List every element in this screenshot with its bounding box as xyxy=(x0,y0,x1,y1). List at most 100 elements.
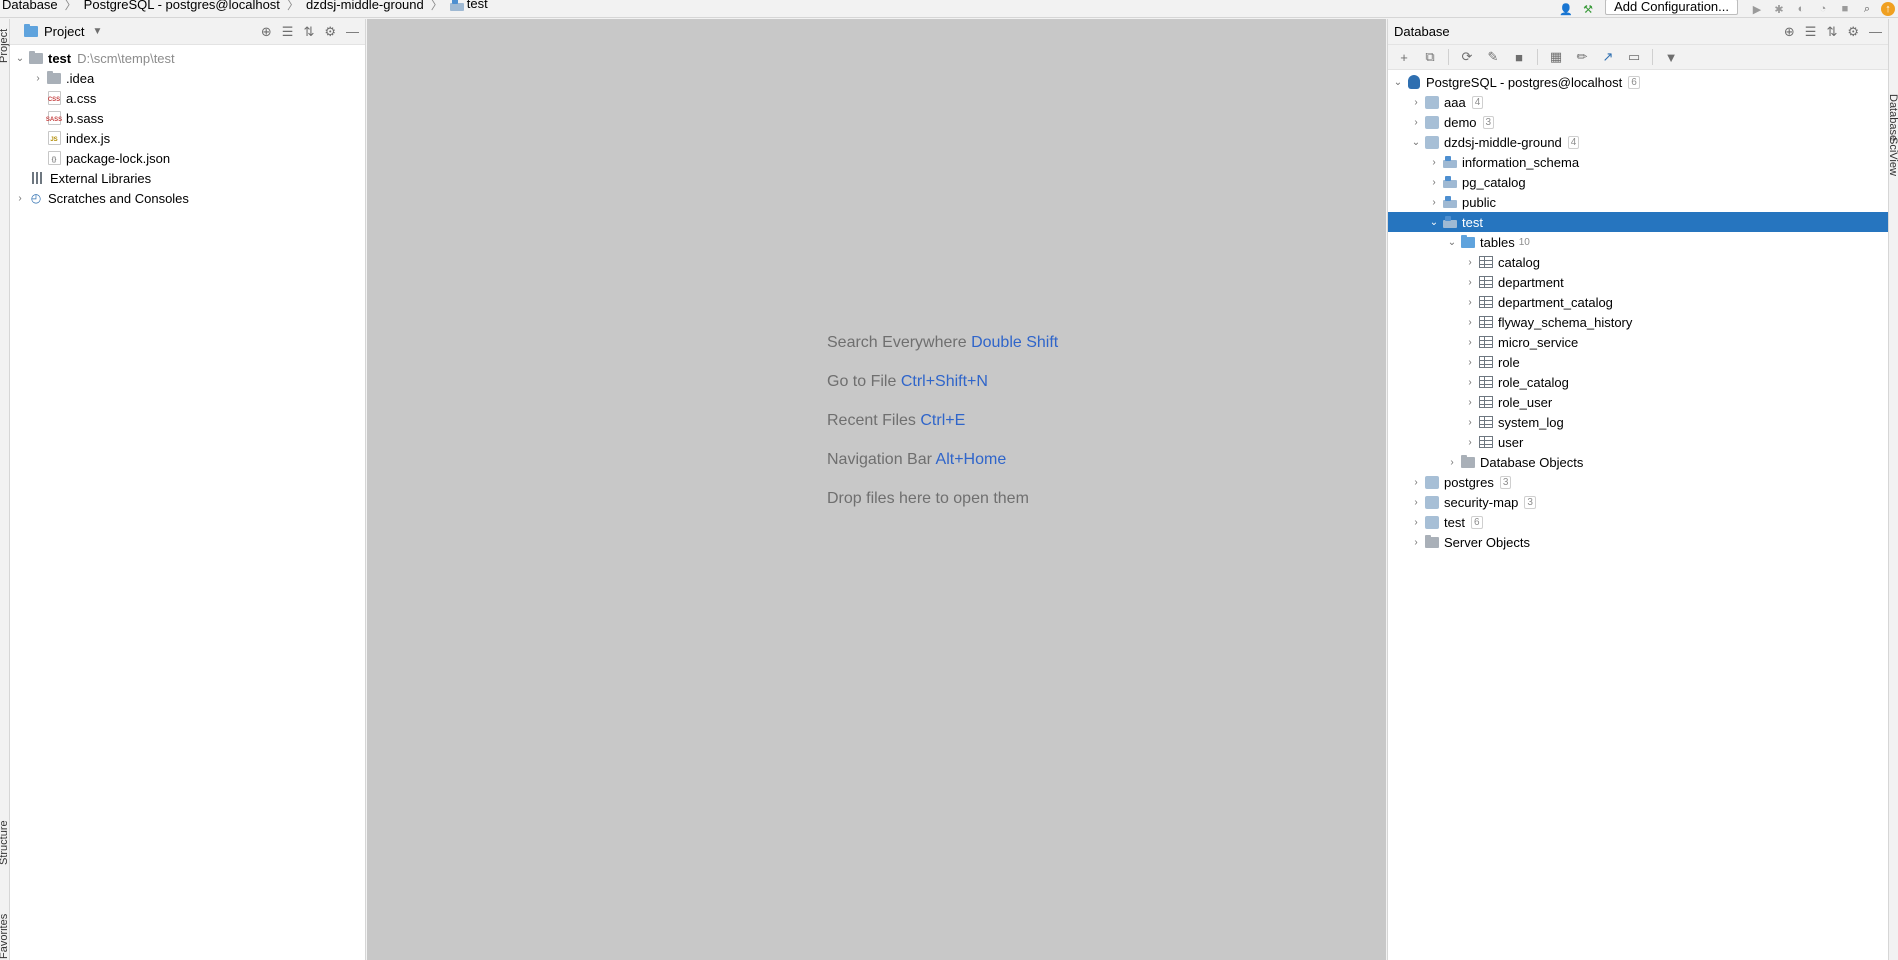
chevron-right-icon[interactable]: › xyxy=(1464,412,1476,432)
schema-settings-icon[interactable]: ✎ xyxy=(1483,48,1503,66)
chevron-down-icon[interactable]: ⌄ xyxy=(1428,212,1440,232)
tree-item-table[interactable]: › role_user xyxy=(1388,392,1888,412)
search-icon[interactable]: ⌕ xyxy=(1859,2,1875,16)
tree-item-db-aaa[interactable]: › aaa 4 xyxy=(1388,92,1888,112)
chevron-right-icon[interactable]: › xyxy=(1464,352,1476,372)
stop-icon[interactable]: ■ xyxy=(1509,48,1529,66)
tree-item-table[interactable]: › micro_service xyxy=(1388,332,1888,352)
add-icon[interactable]: + xyxy=(1394,48,1414,66)
filter-icon[interactable]: ▼ xyxy=(1661,48,1681,66)
sciview-tool-tab[interactable]: SciView xyxy=(1887,137,1898,176)
tree-item-table[interactable]: › catalog xyxy=(1388,252,1888,272)
locate-icon[interactable]: ⊕ xyxy=(261,24,272,40)
profile-icon[interactable]: ◔ xyxy=(1815,2,1831,16)
build-hammer-icon[interactable]: ⚒ xyxy=(1580,2,1596,16)
chevron-right-icon[interactable]: › xyxy=(1410,512,1422,532)
tree-item-db-postgres[interactable]: › postgres 3 xyxy=(1388,472,1888,492)
tree-item-table[interactable]: › department xyxy=(1388,272,1888,292)
structure-tool-tab[interactable]: Structure xyxy=(0,820,10,865)
tree-item-server-objects[interactable]: › Server Objects xyxy=(1388,532,1888,552)
chevron-right-icon[interactable]: › xyxy=(1410,532,1422,552)
tree-item-connection[interactable]: ⌄ PostgreSQL - postgres@localhost 6 xyxy=(1388,72,1888,92)
tree-item-schema-pg-catalog[interactable]: › pg_catalog xyxy=(1388,172,1888,192)
minimize-icon[interactable]: — xyxy=(1869,24,1882,39)
tree-item-database-objects[interactable]: › Database Objects xyxy=(1388,452,1888,472)
coverage-icon[interactable]: ◐ xyxy=(1793,2,1809,16)
stop-icon[interactable]: ■ xyxy=(1837,2,1853,16)
chevron-right-icon[interactable]: › xyxy=(1464,372,1476,392)
breadcrumb-database-name[interactable]: dzdsj-middle-ground xyxy=(304,0,426,11)
chevron-right-icon[interactable]: › xyxy=(1464,332,1476,352)
database-tool-tab[interactable]: Database xyxy=(1887,94,1898,141)
favorites-tool-tab[interactable]: Favorites xyxy=(0,914,10,959)
chevron-right-icon[interactable]: › xyxy=(1428,152,1440,172)
tree-item-tables-folder[interactable]: ⌄ tables 10 xyxy=(1388,232,1888,252)
tree-item-table[interactable]: › role xyxy=(1388,352,1888,372)
chevron-right-icon[interactable]: › xyxy=(1410,492,1422,512)
chevron-down-icon[interactable]: ⌄ xyxy=(1392,72,1404,92)
chevron-right-icon[interactable]: › xyxy=(1428,172,1440,192)
edit-icon[interactable]: ✏ xyxy=(1572,48,1592,66)
gear-icon[interactable]: ⚙ xyxy=(324,24,336,40)
debug-icon[interactable]: ✱ xyxy=(1771,2,1787,16)
locate-icon[interactable]: ⊕ xyxy=(1784,24,1795,40)
refresh-icon[interactable]: ⟳ xyxy=(1457,48,1477,66)
chevron-right-icon[interactable]: › xyxy=(1446,452,1458,472)
chevron-right-icon[interactable]: › xyxy=(1464,392,1476,412)
copy-icon[interactable]: ⧉ xyxy=(1420,48,1440,66)
chevron-right-icon[interactable]: › xyxy=(1464,252,1476,272)
update-icon[interactable]: ↑ xyxy=(1881,2,1895,16)
console-icon[interactable]: ▭ xyxy=(1624,48,1644,66)
tree-item-index-js[interactable]: JS index.js xyxy=(10,128,365,148)
chevron-right-icon[interactable]: › xyxy=(1410,472,1422,492)
chevron-right-icon[interactable]: › xyxy=(14,188,26,208)
expand-all-icon[interactable]: ☰ xyxy=(1805,24,1817,40)
breadcrumb-connection[interactable]: PostgreSQL - postgres@localhost xyxy=(82,0,282,11)
chevron-right-icon[interactable]: › xyxy=(1410,112,1422,132)
chevron-right-icon[interactable]: › xyxy=(1464,292,1476,312)
chevron-right-icon[interactable]: › xyxy=(1428,192,1440,212)
chevron-right-icon[interactable]: › xyxy=(1410,92,1422,112)
collapse-all-icon[interactable]: ⇅ xyxy=(303,24,314,40)
run-icon[interactable]: ▶ xyxy=(1749,2,1765,16)
gear-icon[interactable]: ⚙ xyxy=(1847,24,1859,40)
tree-item-table[interactable]: › role_catalog xyxy=(1388,372,1888,392)
tree-item-table[interactable]: › system_log xyxy=(1388,412,1888,432)
tree-item-schema-information[interactable]: › information_schema xyxy=(1388,152,1888,172)
chevron-down-icon[interactable]: ⌄ xyxy=(14,48,26,68)
tree-item-external-libraries[interactable]: External Libraries xyxy=(10,168,365,188)
chevron-down-icon[interactable]: ⌄ xyxy=(1410,132,1422,152)
tree-item-root[interactable]: ⌄ test D:\scm\temp\test xyxy=(10,48,365,68)
chevron-right-icon[interactable]: › xyxy=(1464,312,1476,332)
tree-item-db-test[interactable]: › test 6 xyxy=(1388,512,1888,532)
collapse-all-icon[interactable]: ⇅ xyxy=(1826,24,1837,40)
minimize-icon[interactable]: — xyxy=(346,24,359,39)
tree-item-idea[interactable]: › .idea xyxy=(10,68,365,88)
chevron-right-icon[interactable]: › xyxy=(32,68,44,88)
expand-all-icon[interactable]: ☰ xyxy=(282,24,294,40)
tree-item-schema-public[interactable]: › public xyxy=(1388,192,1888,212)
project-panel-title[interactable]: Project xyxy=(44,24,84,39)
breadcrumb-database[interactable]: Database xyxy=(0,0,60,11)
editor-empty-area[interactable]: Search Everywhere Double Shift Go to Fil… xyxy=(367,19,1386,960)
table-icon[interactable]: ▦ xyxy=(1546,48,1566,66)
chevron-down-icon[interactable]: ⌄ xyxy=(1446,232,1458,252)
tree-item-db-demo[interactable]: › demo 3 xyxy=(1388,112,1888,132)
tree-item-schema-test[interactable]: ⌄ test xyxy=(1388,212,1888,232)
chevron-down-icon[interactable]: ▼ xyxy=(92,26,102,37)
tree-item-table[interactable]: › department_catalog xyxy=(1388,292,1888,312)
project-tool-tab[interactable]: Project xyxy=(0,29,10,63)
tree-item-scratches[interactable]: › ◴ Scratches and Consoles xyxy=(10,188,365,208)
jump-to-source-icon[interactable]: ↗ xyxy=(1598,48,1618,66)
tree-item-db-dzdsj[interactable]: ⌄ dzdsj-middle-ground 4 xyxy=(1388,132,1888,152)
tree-item-table[interactable]: › flyway_schema_history xyxy=(1388,312,1888,332)
chevron-right-icon[interactable]: › xyxy=(1464,272,1476,292)
tree-item-table[interactable]: › user xyxy=(1388,432,1888,452)
chevron-right-icon[interactable]: › xyxy=(1464,432,1476,452)
tree-item-b-sass[interactable]: SASS b.sass xyxy=(10,108,365,128)
tree-item-db-security-map[interactable]: › security-map 3 xyxy=(1388,492,1888,512)
user-icon[interactable]: 👤 xyxy=(1558,2,1574,16)
breadcrumb-schema[interactable]: test xyxy=(448,0,490,11)
tree-item-package-lock[interactable]: {} package-lock.json xyxy=(10,148,365,168)
add-configuration-button[interactable]: Add Configuration... xyxy=(1605,0,1738,15)
